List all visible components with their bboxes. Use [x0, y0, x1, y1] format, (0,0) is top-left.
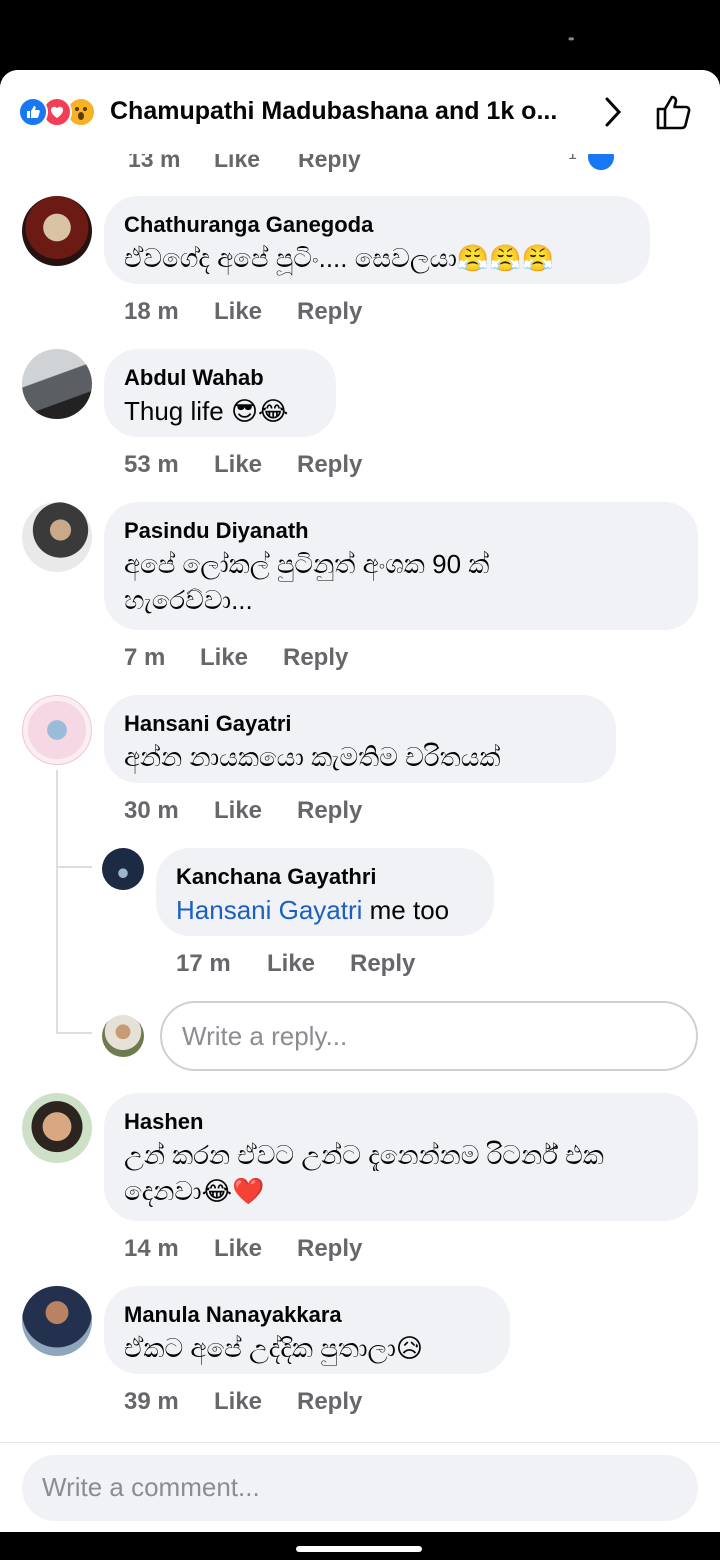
avatar[interactable] [22, 695, 92, 765]
reactions-title[interactable]: Chamupathi Madubashana and 1k o... [110, 97, 557, 126]
like-link[interactable]: Like [214, 451, 262, 479]
navigation-bar [0, 1532, 720, 1560]
commenter-name[interactable]: Pasindu Diyanath [124, 516, 678, 546]
like-link[interactable]: Like [267, 950, 315, 978]
comment-time: 14 m [124, 1235, 179, 1262]
like-reaction-icon [18, 97, 48, 127]
reply-link[interactable]: Reply [297, 298, 362, 326]
like-link[interactable]: Like [214, 1235, 262, 1263]
thumbs-up-icon[interactable] [654, 92, 694, 132]
commenter-name[interactable]: Manula Nanayakkara [124, 1300, 490, 1330]
reply-link[interactable]: Reply [297, 1235, 362, 1263]
comment-text: අපේ ලෝකල් පුටිනුත් අංශක 90 ක් හැරෙව්වා..… [124, 549, 490, 615]
avatar[interactable] [22, 502, 92, 572]
comment-time: 39 m [124, 1388, 179, 1415]
comment-bubble: Hashen උන් කරන ඒවට උන්ට දැනෙන්නම රිටර්න්… [104, 1093, 698, 1221]
like-link[interactable]: Like [200, 644, 248, 672]
comment-time: 7 m [124, 644, 166, 671]
comment-bubble: Manula Nanayakkara ඒකට අපේ උද්දික පුතාලා… [104, 1286, 510, 1374]
reaction-summary[interactable] [18, 97, 108, 127]
comment-text: ඒකට අපේ උද්දික පුතාලා😥 [124, 1333, 423, 1363]
commenter-name[interactable]: Kanchana Gayathri [176, 862, 474, 892]
commenter-name[interactable]: Chathuranga Ganegoda [124, 210, 630, 240]
thread-connector [56, 1032, 92, 1034]
avatar[interactable] [102, 848, 144, 890]
comment-bubble: Pasindu Diyanath අපේ ලෝකල් පුටිනුත් අංශක… [104, 502, 698, 630]
chevron-right-icon[interactable] [598, 94, 628, 130]
thread-connector [56, 866, 92, 868]
comment-composer [0, 1442, 720, 1532]
avatar[interactable] [22, 349, 92, 419]
mention-link[interactable]: Hansani Gayatri [176, 895, 362, 925]
like-link[interactable]: Like [214, 797, 262, 825]
like-link[interactable]: Like [214, 1388, 262, 1416]
avatar[interactable] [22, 196, 92, 266]
avatar[interactable] [22, 1093, 92, 1163]
comment-time: 30 m [124, 797, 179, 824]
reply-input[interactable] [182, 1021, 662, 1052]
user-avatar [102, 1015, 144, 1057]
comment-bubble: Chathuranga Ganegoda ඒවගේද අපේ පූටිං....… [104, 196, 650, 284]
status-bar: •• [0, 0, 720, 70]
comment-text: ඒවගේද අපේ පූටිං.... සෙවලයා😤😤😤 [124, 243, 555, 273]
reply-link[interactable]: Reply [350, 950, 415, 978]
comments-sheet: Chamupathi Madubashana and 1k o... 13 m … [0, 70, 720, 1532]
comment-time: 53 m [124, 451, 179, 478]
comment-time: 18 m [124, 298, 179, 325]
reply-text: Hansani Gayatri me too [176, 892, 474, 928]
commenter-name[interactable]: Hashen [124, 1107, 678, 1137]
reply-bubble: Kanchana Gayathri Hansani Gayatri me too [156, 848, 494, 936]
comment-bubble: Hansani Gayatri අන්න නායකයො කැමතිම චරිතය… [104, 695, 616, 783]
reply-text-body: me too [362, 895, 450, 925]
reply-link[interactable]: Reply [297, 451, 362, 479]
status-indicator-icon: •• [568, 32, 575, 46]
avatar[interactable] [22, 1286, 92, 1356]
comment-input-box[interactable] [22, 1455, 698, 1521]
comment-input[interactable] [42, 1472, 662, 1503]
like-link[interactable]: Like [214, 298, 262, 326]
home-gesture-bar[interactable] [296, 1546, 422, 1552]
reply-link[interactable]: Reply [283, 644, 348, 672]
reactions-header[interactable]: Chamupathi Madubashana and 1k o... [0, 70, 720, 154]
comment-text: අන්න නායකයො කැමතිම චරිතයක් [124, 742, 501, 772]
commenter-name[interactable]: Hansani Gayatri [124, 709, 596, 739]
reply-link[interactable]: Reply [297, 797, 362, 825]
reply-link[interactable]: Reply [297, 1388, 362, 1416]
reply-input-box[interactable] [160, 1001, 698, 1071]
comment-text: Thug life 😎😂 [124, 396, 289, 426]
thread-line [56, 770, 58, 1034]
commenter-name[interactable]: Abdul Wahab [124, 363, 316, 393]
comment-bubble: Abdul Wahab Thug life 😎😂 [104, 349, 336, 437]
comment-time: 17 m [176, 950, 231, 977]
comment-text: උන් කරන ඒවට උන්ට දැනෙන්නම රිටර්න් එක දෙන… [124, 1140, 604, 1206]
